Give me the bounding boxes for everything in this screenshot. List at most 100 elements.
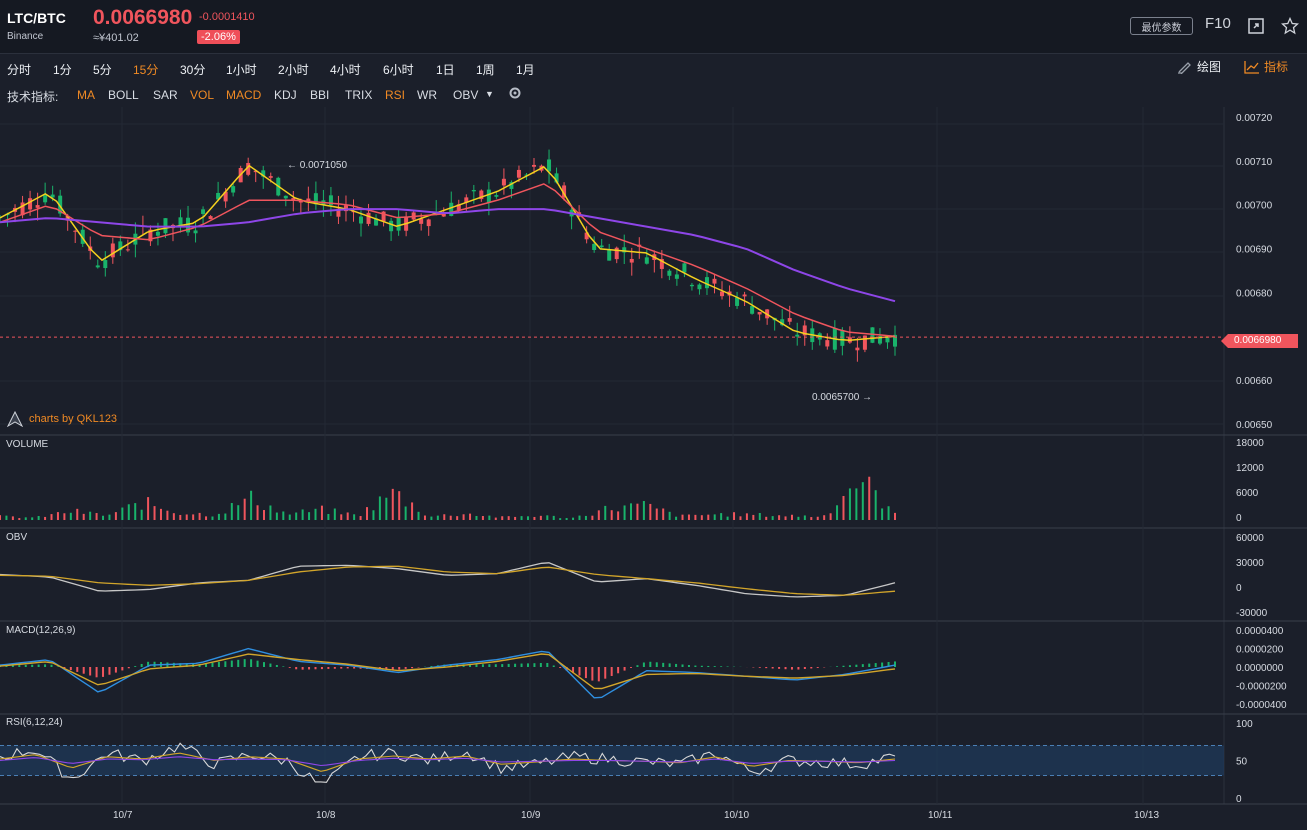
- tab-timeframe-8[interactable]: 4小时: [330, 61, 361, 78]
- volume-bar: [224, 513, 227, 520]
- volume-bar: [578, 515, 581, 520]
- price-axis-label: 0.00720: [1236, 113, 1273, 124]
- watermark-text: charts by QKL123: [29, 412, 118, 425]
- indicator-kdj[interactable]: KDJ: [274, 88, 297, 102]
- tab-timeframe-9[interactable]: 6小时: [383, 61, 414, 78]
- volume-bar: [159, 508, 162, 520]
- candle-body: [885, 337, 890, 343]
- volume-bar: [488, 515, 491, 520]
- indicator-macd[interactable]: MACD: [226, 88, 261, 102]
- rsi-axis-label: 50: [1236, 757, 1248, 768]
- tab-timeframe-1[interactable]: 分时: [7, 61, 31, 78]
- macd-histogram-bar: [488, 664, 491, 667]
- volume-bar: [752, 514, 755, 520]
- volume-bar: [829, 513, 832, 520]
- macd-histogram-bar: [237, 659, 240, 667]
- volume-bar: [0, 515, 1, 520]
- candle-body: [283, 195, 288, 199]
- volume-bar: [378, 496, 381, 520]
- candle-body: [125, 249, 130, 251]
- volume-bar: [372, 510, 375, 520]
- volume-bar: [333, 508, 336, 520]
- best-params-button[interactable]: 最优参数: [1130, 17, 1193, 35]
- volume-bar: [262, 510, 265, 520]
- macd-histogram-bar: [250, 659, 253, 667]
- volume-bar: [778, 515, 781, 520]
- tab-timeframe-7[interactable]: 2小时: [278, 61, 309, 78]
- indicator-bar: 技术指标: MA BOLL SAR VOL MACD KDJ BBI TRIX …: [0, 82, 1307, 107]
- volume-bar: [694, 514, 697, 520]
- volume-bar: [314, 508, 317, 520]
- volume-bar: [56, 512, 59, 520]
- indicator-trix[interactable]: TRIX: [345, 88, 372, 102]
- volume-bar: [217, 513, 220, 520]
- volume-bar: [404, 506, 407, 520]
- volume-bar: [597, 510, 600, 520]
- candle-body: [862, 335, 867, 350]
- chart-background: [0, 107, 1307, 830]
- indicator-wr[interactable]: WR: [417, 88, 437, 102]
- draw-tool-label: 绘图: [1197, 60, 1222, 74]
- volume-bar: [649, 503, 652, 520]
- volume-bar: [836, 505, 839, 520]
- macd-histogram-bar: [816, 667, 819, 668]
- tab-timeframe-4[interactable]: 15分: [133, 61, 158, 78]
- chevron-down-icon[interactable]: ▼: [485, 89, 494, 99]
- volume-bar: [18, 518, 21, 520]
- indicator-ma[interactable]: MA: [77, 88, 95, 102]
- indicator-boll[interactable]: BOLL: [108, 88, 139, 102]
- timeframe-bar: 分时 1分 5分 15分 30分 1小时 2小时 4小时 6小时 1日 1周 1…: [0, 55, 1307, 82]
- volume-bar: [24, 517, 27, 520]
- volume-bar: [308, 512, 311, 520]
- macd-histogram-bar: [771, 667, 774, 669]
- tab-timeframe-6[interactable]: 1小时: [226, 61, 257, 78]
- indicator-sar[interactable]: SAR: [153, 88, 178, 102]
- macd-histogram-bar: [288, 667, 291, 668]
- fullscreen-icon[interactable]: [1245, 15, 1267, 37]
- indicator-bbi[interactable]: BBI: [310, 88, 329, 102]
- tab-timeframe-2[interactable]: 1分: [53, 61, 72, 78]
- volume-bar: [346, 512, 349, 520]
- volume-bar: [237, 505, 240, 520]
- candle-body: [268, 176, 273, 178]
- tab-timeframe-12[interactable]: 1月: [516, 61, 535, 78]
- volume-bar: [681, 514, 684, 520]
- macd-histogram-bar: [778, 667, 781, 669]
- tab-timeframe-11[interactable]: 1周: [476, 61, 495, 78]
- tab-timeframe-5[interactable]: 30分: [180, 61, 205, 78]
- macd-histogram-bar: [552, 665, 555, 667]
- candle-body: [750, 306, 755, 314]
- volume-axis-label: 6000: [1236, 488, 1259, 499]
- volume-bar: [726, 516, 729, 520]
- macd-histogram-bar: [868, 663, 871, 667]
- volume-bar: [481, 515, 484, 520]
- volume-bar: [655, 508, 658, 520]
- volume-bar: [288, 514, 291, 520]
- tab-timeframe-10[interactable]: 1日: [436, 61, 455, 78]
- tab-timeframe-3[interactable]: 5分: [93, 61, 112, 78]
- volume-title: VOLUME: [6, 439, 49, 450]
- chart-canvas[interactable]: 0.00720 0.00710 0.00700 0.00690 0.00680 0.006…: [0, 107, 1307, 830]
- macd-histogram-bar: [765, 667, 768, 669]
- top-bar: LTC/BTC Binance 0.0066980 -0.0001410 ≈¥4…: [0, 0, 1307, 54]
- indicator-rsi[interactable]: RSI: [385, 88, 405, 102]
- indicator-tool-button[interactable]: 指标: [1244, 58, 1288, 75]
- f10-button[interactable]: F10: [1205, 15, 1231, 32]
- indicator-vol[interactable]: VOL: [190, 88, 214, 102]
- gear-icon[interactable]: [508, 86, 522, 103]
- volume-bar: [192, 514, 195, 520]
- macd-histogram-bar: [140, 663, 143, 667]
- volume-bar: [385, 497, 388, 520]
- volume-bar: [823, 515, 826, 520]
- draw-tool-button[interactable]: 绘图: [1177, 58, 1221, 75]
- star-icon[interactable]: [1279, 15, 1301, 37]
- volume-bar: [5, 515, 8, 520]
- volume-bar: [44, 516, 47, 520]
- macd-axis-label: 0.0000400: [1236, 626, 1284, 637]
- indicator-obv[interactable]: OBV: [453, 88, 478, 102]
- macd-histogram-bar: [114, 667, 117, 673]
- macd-histogram-bar: [507, 663, 510, 667]
- macd-histogram-bar: [121, 667, 124, 671]
- macd-histogram-bar: [398, 667, 401, 670]
- macd-axis-label: 0.0000200: [1236, 645, 1284, 656]
